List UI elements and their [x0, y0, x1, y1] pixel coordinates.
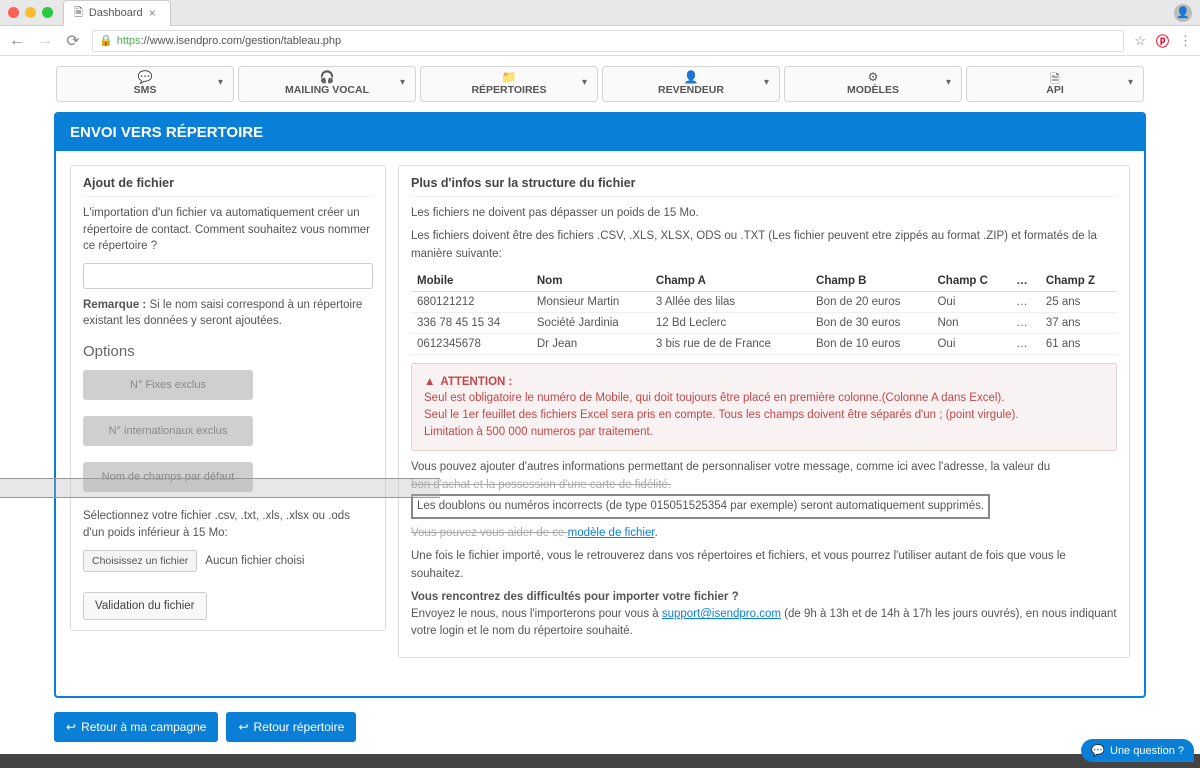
- table-row: 680121212Monsieur Martin3 Allée des lila…: [411, 291, 1117, 312]
- nav-sms[interactable]: 💬 SMS ▾: [56, 66, 234, 102]
- undo-icon: ↩: [66, 720, 76, 734]
- col-nom: Nom: [531, 271, 650, 292]
- info-difficulty: Vous rencontrez des difficultés pour imp…: [411, 589, 1117, 641]
- tab-title: Dashboard: [89, 7, 143, 19]
- highlighted-doublons: Les doublons ou numéros incorrects (de t…: [411, 494, 990, 519]
- select-file-text: Sélectionnez votre fichier .csv, .txt, .…: [83, 508, 373, 541]
- col-champ-z: Champ Z: [1040, 271, 1117, 292]
- model-file-link[interactable]: modèle de fichier: [568, 527, 655, 539]
- table-row: 0612345678Dr Jean3 bis rue de de FranceB…: [411, 333, 1117, 354]
- pinterest-icon[interactable]: ⓟ: [1156, 31, 1169, 50]
- browser-tab-bar: 🗎 Dashboard × 👤: [0, 0, 1200, 26]
- nav-revendeur[interactable]: 👤 REVENDEUR ▾: [602, 66, 780, 102]
- panel-title: ENVOI VERS RÉPERTOIRE: [56, 114, 1144, 151]
- api-icon: 🗎: [1050, 70, 1060, 91]
- footer-bar: [0, 754, 1200, 768]
- headset-icon: 🎧: [320, 70, 335, 84]
- reload-icon[interactable]: ⟳: [64, 31, 82, 51]
- repertoire-name-input[interactable]: [83, 263, 373, 289]
- reseller-icon: 👤: [684, 70, 699, 84]
- chat-icon: 💬: [138, 70, 153, 84]
- url-path: ://www.isendpro.com/gestion/tableau.php: [141, 35, 342, 47]
- main-panel: ENVOI VERS RÉPERTOIRE Ajout de fichier L…: [54, 112, 1146, 698]
- nav-label: RÉPERTOIRES: [471, 84, 546, 96]
- back-icon[interactable]: ←: [8, 32, 26, 50]
- support-email-link[interactable]: support@isendpro.com: [662, 608, 781, 620]
- profile-icon[interactable]: 👤: [1174, 4, 1192, 22]
- add-file-box: Ajout de fichier L'importation d'un fich…: [70, 165, 386, 631]
- nav-repertoires[interactable]: 📁 RÉPERTOIRES ▾: [420, 66, 598, 102]
- info-personalize: Vous pouvez ajouter d'autres information…: [411, 459, 1117, 519]
- example-table: Mobile Nom Champ A Champ B Champ C … Cha…: [411, 271, 1117, 355]
- bookmark-icon[interactable]: ☆: [1134, 33, 1146, 49]
- alert-line: Limitation à 500 000 numeros par traitem…: [424, 424, 1104, 441]
- folder-icon: 📁: [502, 70, 517, 84]
- chat-widget[interactable]: 💬Une question ?: [1081, 739, 1194, 762]
- chat-icon: 💬: [1091, 744, 1105, 757]
- validate-file-button[interactable]: Validation du fichier: [83, 592, 207, 620]
- import-description: L'importation d'un fichier va automatiqu…: [83, 205, 373, 255]
- add-file-heading: Ajout de fichier: [83, 176, 373, 197]
- info-reuse: Une fois le fichier importé, vous le ret…: [411, 548, 1117, 583]
- chevron-down-icon: ▾: [218, 77, 223, 88]
- nav-label: MODÈLES: [847, 84, 899, 96]
- chevron-down-icon: ▾: [764, 77, 769, 88]
- col-mobile: Mobile: [411, 271, 531, 292]
- alert-line: Seul est obligatoire le numéro de Mobile…: [424, 390, 1104, 407]
- info-formats: Les fichiers doivent être des fichiers .…: [411, 228, 1117, 263]
- info-weight: Les fichiers ne doivent pas dépasser un …: [411, 205, 1117, 222]
- file-structure-box: Plus d'infos sur la structure du fichier…: [398, 165, 1130, 658]
- col-champ-c: Champ C: [931, 271, 1010, 292]
- nav-label: SMS: [134, 84, 157, 96]
- attention-alert: ▲ ATTENTION : Seul est obligatoire le nu…: [411, 363, 1117, 452]
- bottom-buttons: ↩Retour à ma campagne ↩Retour répertoire: [54, 712, 1146, 742]
- main-nav: 💬 SMS ▾ 🎧 MAILING VOCAL ▾ 📁 RÉPERTOIRES …: [54, 66, 1146, 102]
- chevron-down-icon: ▾: [400, 77, 405, 88]
- nav-modeles[interactable]: ⚙ MODÈLES ▾: [784, 66, 962, 102]
- close-window[interactable]: [8, 7, 19, 18]
- col-champ-a: Champ A: [650, 271, 810, 292]
- chosen-file-label: Aucun fichier choisi: [205, 555, 304, 567]
- nav-label: REVENDEUR: [658, 84, 724, 96]
- info-model-link: Vous pouvez vous aider de ce modèle de f…: [411, 525, 1117, 542]
- forward-icon[interactable]: →: [36, 32, 54, 50]
- nav-mailing-vocal[interactable]: 🎧 MAILING VOCAL ▾: [238, 66, 416, 102]
- back-campaign-button[interactable]: ↩Retour à ma campagne: [54, 712, 218, 742]
- option-fixes-exclus[interactable]: N° Fixes exclus: [83, 370, 253, 400]
- option-nom-champs-defaut[interactable]: Nom de champs par défaut: [83, 462, 253, 492]
- col-ellipsis: …: [1010, 271, 1040, 292]
- nav-label: MAILING VOCAL: [285, 84, 369, 96]
- alert-line: Seul le 1er feuillet des fichiers Excel …: [424, 407, 1104, 424]
- col-champ-b: Champ B: [810, 271, 931, 292]
- chevron-down-icon: ▾: [1128, 77, 1133, 88]
- url-input[interactable]: 🔒 https ://www.isendpro.com/gestion/tabl…: [92, 30, 1124, 52]
- choose-file-button[interactable]: Choisissez un fichier: [83, 550, 197, 572]
- table-row: 336 78 45 15 34Société Jardinia12 Bd Lec…: [411, 312, 1117, 333]
- undo-icon: ↩: [238, 720, 248, 734]
- url-scheme: https: [117, 35, 141, 47]
- chevron-down-icon: ▾: [946, 77, 951, 88]
- address-bar: ← → ⟳ 🔒 https ://www.isendpro.com/gestio…: [0, 26, 1200, 56]
- maximize-window[interactable]: [42, 7, 53, 18]
- nav-api[interactable]: 🗎 API ▾: [966, 66, 1144, 102]
- gear-icon: ⚙: [868, 70, 879, 84]
- remark-text: Remarque : Si le nom saisi correspond à …: [83, 297, 373, 329]
- window-controls: [8, 7, 53, 18]
- browser-tab[interactable]: 🗎 Dashboard ×: [63, 0, 171, 26]
- back-repertoire-button[interactable]: ↩Retour répertoire: [226, 712, 356, 742]
- close-tab-icon[interactable]: ×: [149, 6, 156, 20]
- menu-icon[interactable]: ⋮: [1179, 33, 1192, 49]
- file-structure-heading: Plus d'infos sur la structure du fichier: [411, 176, 1117, 197]
- minimize-window[interactable]: [25, 7, 36, 18]
- chevron-down-icon: ▾: [582, 77, 587, 88]
- option-internationaux-exclus[interactable]: N° internationaux exclus: [83, 416, 253, 446]
- lock-icon: 🔒: [99, 34, 113, 47]
- options-heading: Options: [83, 343, 373, 360]
- tab-favicon: 🗎: [74, 4, 83, 23]
- warning-icon: ▲: [424, 374, 435, 391]
